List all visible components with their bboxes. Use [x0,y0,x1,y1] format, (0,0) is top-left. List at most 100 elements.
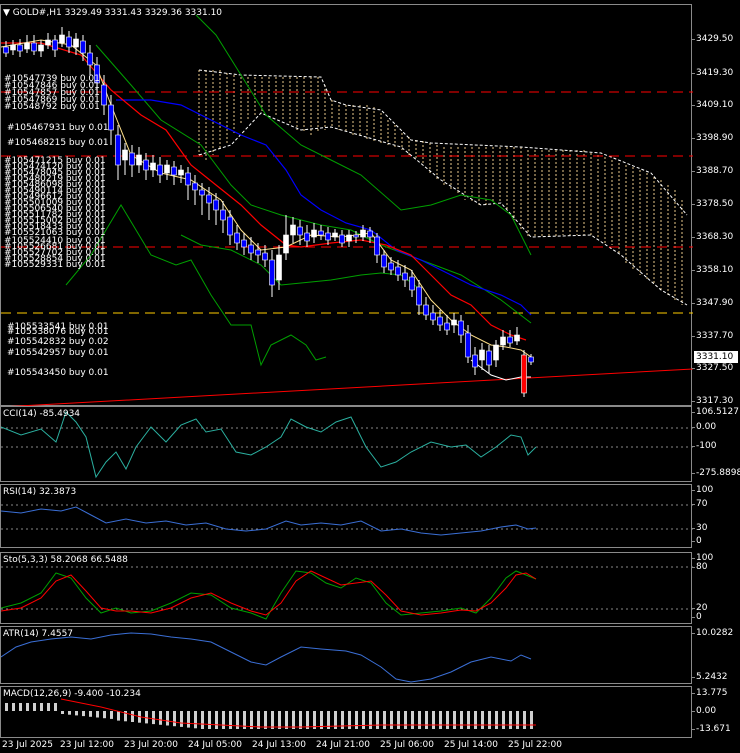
candle-body [297,226,303,236]
macd-bar [362,711,365,729]
macd-bar [369,711,372,729]
candle-body [521,354,527,394]
candle-body [59,34,65,44]
candle-body [227,216,233,236]
cci-line [1,411,537,479]
chart-menu-triangle-icon[interactable]: ▼ [3,8,10,18]
macd-bar [411,711,414,729]
macd-bar [89,711,92,717]
order-cluster-mid: #105471215 buy 0.01 #105474120 buy 0.01 … [4,156,106,270]
cci-axis: 106.5127 0.00 -100 -275.8898 [691,406,740,482]
macd-bar [110,711,113,719]
candle-body [423,304,429,316]
cci-label: CCI(14) -85.4934 [3,409,81,419]
candle-body [507,336,513,344]
candle-body [3,46,9,54]
main-chart-pane[interactable]: #10547739 buy 0.01 #10547846 buy 0.01 #1… [0,4,693,407]
macd-bar [271,711,274,729]
order-label[interactable]: #105542832 buy 0.02 [7,337,109,347]
candle-body [437,316,443,326]
macd-bar [40,703,43,711]
order-label[interactable]: #105538076 buy 0.01 [7,327,109,337]
candle-body [514,334,520,342]
atr-tick: 10.0282 [691,628,734,638]
candle-body [388,262,394,271]
macd-tick: 0.00 [691,706,717,716]
price-tick: 3378.50 [691,199,734,209]
macd-bar [299,711,302,729]
candle-body [409,276,415,291]
macd-bar [418,711,421,729]
candle-body [206,194,212,204]
cci-pane[interactable]: CCI(14) -85.4934 [0,406,693,482]
svg-text:#10548792 buy 0.01: #10548792 buy 0.01 [4,102,100,112]
atr-label: ATR(14) 7.4557 [3,629,74,639]
atr-pane[interactable]: ATR(14) 7.4557 [0,626,692,684]
rsi-tick: 0 [692,536,702,546]
rsi-tick: 30 [691,523,708,533]
atr-tick: 5.2432 [692,672,728,682]
macd-bar [481,711,484,729]
candle-body [66,36,72,48]
atr-line [1,632,532,683]
macd-tick: 13.775 [692,688,728,698]
time-label: 24 Jul 05:00 [188,740,242,750]
time-label: 23 Jul 12:00 [60,740,114,750]
macd-bar [467,711,470,729]
stoch-pane[interactable]: Sto(5,3,3) 58.2068 66.5488 [0,552,693,624]
macd-bar [530,711,533,729]
chart-header: ▼ GOLD#,H1 3329.49 3331.43 3329.36 3331.… [3,8,222,18]
macd-bar [152,711,155,725]
price-tick: 3409.10 [691,100,734,110]
macd-bar [201,711,204,729]
macd-bar [208,711,211,729]
macd-bar [278,711,281,729]
rsi-svg [1,504,693,536]
candle-body [241,239,247,248]
order-label[interactable]: #105542957 buy 0.01 [7,348,109,358]
candle-body [479,349,485,361]
time-label: 23 Jul 2025 [2,740,53,750]
order-cluster-top: #10547739 buy 0.01 #10547846 buy 0.01 #1… [4,74,100,112]
price-tick: 3398.90 [691,133,734,143]
candle-body [395,266,401,276]
candle-body [332,232,338,238]
stoch-axis: 100 80 20 0 [691,552,740,624]
candle-body [234,232,240,244]
time-label: 24 Jul 13:00 [252,740,306,750]
candle-body [38,44,44,52]
macd-bar [355,711,358,729]
price-axis[interactable]: 3429.50 3419.30 3409.10 3398.90 3388.70 … [691,4,740,406]
macd-bar [33,703,36,711]
price-tick: 3327.50 [691,363,734,373]
macd-bar [383,711,386,729]
stoch-tick: 80 [691,562,708,572]
macd-bar [460,711,463,729]
price-tick: 3419.30 [691,68,734,78]
order-label[interactable]: #105543450 buy 0.01 [7,368,109,378]
rsi-pane[interactable]: RSI(14) 32.3873 [0,484,693,548]
macd-bar [187,711,190,728]
macd-bar [19,703,22,711]
macd-bar [495,711,498,729]
candle-body [101,84,107,106]
macd-bar [523,711,526,729]
order-label[interactable]: #105467931 buy 0.01 [7,123,109,133]
macd-bar [446,711,449,729]
price-tick: 3388.70 [691,166,734,176]
candle-body [80,40,86,54]
candle-body [444,322,450,331]
candle-body [220,209,226,221]
macd-pane[interactable]: MACD(12,26,9) -9.400 -10.234 [0,686,692,738]
candle-body [500,336,506,346]
ma-blue [116,99,532,316]
candle-body [465,332,471,358]
macd-bar [488,711,491,729]
rsi-tick: 100 [691,485,714,495]
macd-bar [285,711,288,729]
stoch-tick: 0 [692,612,702,622]
order-label[interactable]: #105468215 buy 0.01 [7,138,109,148]
macd-bar [229,711,232,729]
current-price-marker: 3331.10 [694,351,738,363]
macd-bar [376,711,379,729]
